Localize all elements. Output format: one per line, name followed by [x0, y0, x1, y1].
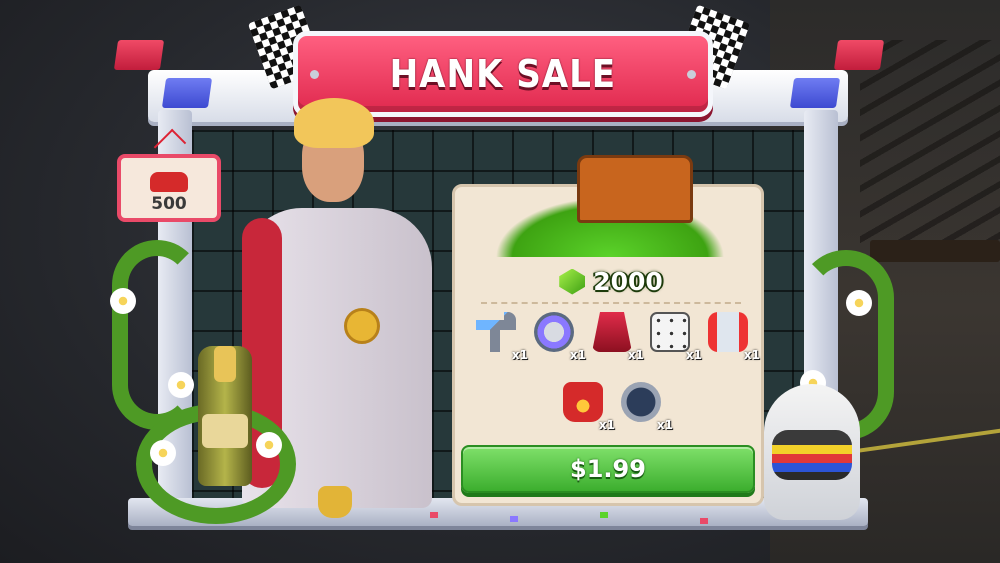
buy-price: $1.99	[570, 455, 646, 483]
trophy-cup-icon	[318, 486, 352, 518]
reward-items-row-1: x1 x1 x1 x1 x1	[467, 312, 760, 362]
fire-can-icon	[563, 382, 603, 422]
flower-icon	[256, 432, 282, 458]
dice-icon	[650, 312, 690, 352]
race-car-icon	[150, 172, 188, 192]
reward-items-row-2: x1 x1	[467, 382, 757, 432]
chest-icon	[577, 155, 693, 223]
reward-item: x1	[650, 312, 702, 362]
gem-count: 2000	[593, 267, 663, 296]
bottle-label	[202, 414, 248, 448]
gem-icon	[559, 268, 586, 295]
price-tag: 500	[117, 154, 221, 222]
laurel-wreath-left	[112, 240, 202, 430]
confetti	[600, 512, 608, 518]
item-quantity: x1	[656, 418, 673, 432]
rivet-icon	[310, 70, 319, 79]
garage-stairs	[860, 40, 1000, 260]
item-quantity: x1	[511, 348, 528, 362]
buy-button[interactable]: $1.99	[461, 445, 755, 493]
treasure-chest-art	[495, 147, 725, 257]
rivet-icon	[687, 70, 696, 79]
item-quantity: x1	[598, 418, 615, 432]
confetti	[510, 516, 518, 522]
helmet-stripes	[772, 430, 852, 480]
blue-flag-icon	[789, 78, 841, 108]
reward-item: x1	[621, 382, 673, 432]
offer-panel: 2000 x1 x1 x1 x1 x1 x1 x1 $1.99	[452, 155, 767, 506]
hammer-icon	[476, 312, 516, 352]
reward-item: x1	[708, 312, 760, 362]
price-tag-value: 500	[151, 194, 187, 214]
item-quantity: x1	[569, 348, 586, 362]
spring-icon	[708, 312, 748, 352]
item-quantity: x1	[743, 348, 760, 362]
confetti	[430, 512, 438, 518]
bottle-foil	[214, 346, 236, 382]
flower-icon	[846, 290, 872, 316]
character-hair	[294, 98, 374, 148]
divider	[481, 302, 741, 304]
gem-reward: 2000	[455, 267, 767, 296]
blue-flag-icon	[161, 78, 213, 108]
flower-icon	[150, 440, 176, 466]
garage-table	[870, 240, 1000, 262]
confetti	[700, 518, 708, 524]
page-title: HANK SALE	[389, 52, 617, 96]
reward-item: x1	[563, 382, 615, 432]
reward-item: x1	[534, 312, 586, 362]
flower-icon	[110, 288, 136, 314]
reward-item: x1	[476, 312, 528, 362]
red-flag-icon	[833, 40, 885, 70]
item-quantity: x1	[685, 348, 702, 362]
item-quantity: x1	[627, 348, 644, 362]
gold-medal-icon	[344, 308, 380, 344]
saw-blade-icon	[534, 312, 574, 352]
red-flag-icon	[113, 40, 165, 70]
gauge-icon	[621, 382, 661, 422]
flower-icon	[168, 372, 194, 398]
press-icon	[592, 312, 632, 352]
reward-item: x1	[592, 312, 644, 362]
